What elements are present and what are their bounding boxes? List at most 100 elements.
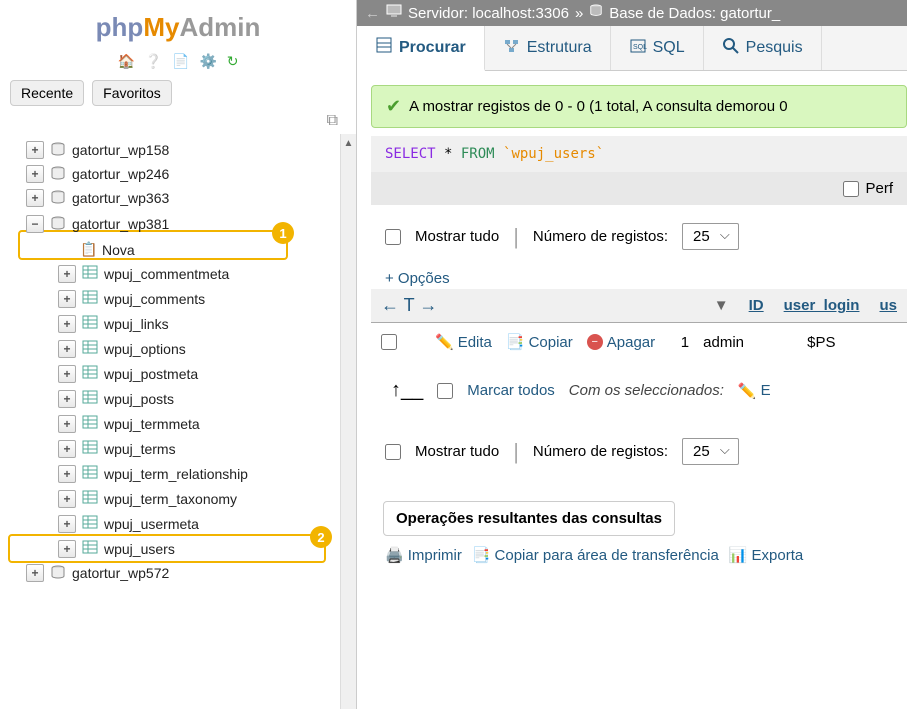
check-all-label[interactable]: Marcar todos	[467, 382, 555, 399]
col-us[interactable]: us	[879, 297, 897, 314]
table-label[interactable]: wpuj_posts	[104, 391, 174, 407]
expand-icon[interactable]: +	[26, 189, 44, 207]
rows-select[interactable]: 25	[682, 223, 739, 250]
table-item[interactable]: + wpuj_terms	[10, 436, 356, 461]
db-item-expanded[interactable]: − gatortur_wp381	[10, 210, 356, 238]
tab-recent[interactable]: Recente	[10, 80, 84, 106]
db-breadcrumb-label[interactable]: Base de Dados: gatortur_	[609, 5, 780, 22]
expand-icon[interactable]: +	[58, 290, 76, 308]
dropdown-icon[interactable]: ▼	[714, 297, 729, 314]
table-label[interactable]: wpuj_usermeta	[104, 516, 199, 532]
tab-structure[interactable]: Estrutura	[485, 26, 611, 70]
expand-icon[interactable]: +	[58, 415, 76, 433]
check-all-checkbox[interactable]	[437, 383, 453, 399]
expand-icon[interactable]: +	[58, 265, 76, 283]
tab-sql[interactable]: SQL SQL	[611, 26, 704, 70]
new-table-item[interactable]: 📋 Nova	[10, 238, 356, 261]
sql-icon: SQL	[629, 37, 647, 60]
bulk-edit[interactable]: ✏️E	[738, 382, 771, 400]
search-icon	[722, 37, 740, 60]
rows-select-2[interactable]: 25	[682, 438, 739, 465]
table-label[interactable]: wpuj_postmeta	[104, 366, 198, 382]
check-icon: ✔	[386, 96, 401, 117]
collapse-icon[interactable]: −	[26, 215, 44, 233]
table-label[interactable]: wpuj_links	[104, 316, 169, 332]
expand-icon[interactable]: +	[58, 365, 76, 383]
expand-icon[interactable]: +	[58, 340, 76, 358]
table-label[interactable]: wpuj_term_relationship	[104, 466, 248, 482]
db-item[interactable]: + gatortur_wp363	[10, 186, 356, 210]
show-all-checkbox-2[interactable]	[385, 444, 401, 460]
show-all-checkbox[interactable]	[385, 229, 401, 245]
breadcrumb-arrow-icon[interactable]: ←	[365, 5, 380, 22]
sort-arrows[interactable]: ← T →	[381, 295, 437, 316]
tab-browse[interactable]: Procurar	[357, 26, 485, 71]
home-icon[interactable]: 🏠	[117, 53, 134, 69]
docs-icon[interactable]: 📄	[172, 53, 189, 69]
db-item[interactable]: + gatortur_wp158	[10, 138, 356, 162]
link-icon[interactable]: ⧉	[327, 112, 338, 129]
table-label[interactable]: wpuj_comments	[104, 291, 205, 307]
table-item[interactable]: + wpuj_term_taxonomy	[10, 486, 356, 511]
logout-icon[interactable]: ❔	[145, 53, 162, 69]
table-label[interactable]: wpuj_commentmeta	[104, 266, 229, 282]
col-id[interactable]: ID	[749, 297, 764, 314]
table-icon	[82, 389, 100, 408]
server-icon	[386, 4, 402, 22]
db-label[interactable]: gatortur_wp381	[72, 216, 169, 232]
table-item[interactable]: + wpuj_users 2	[10, 536, 356, 561]
delete-link[interactable]: −Apagar	[587, 334, 655, 351]
database-icon	[50, 166, 66, 182]
server-label[interactable]: Servidor: localhost:3306	[408, 5, 569, 22]
expand-icon[interactable]: +	[58, 490, 76, 508]
profile-label: Perf	[865, 180, 893, 197]
table-item[interactable]: + wpuj_term_relationship	[10, 461, 356, 486]
print-link[interactable]: 🖨️Imprimir	[385, 546, 462, 564]
profile-checkbox[interactable]	[843, 181, 859, 197]
db-item[interactable]: + gatortur_wp246	[10, 162, 356, 186]
tab-search[interactable]: Pesquis	[704, 26, 822, 70]
table-label[interactable]: wpuj_term_taxonomy	[104, 491, 237, 507]
table-item[interactable]: + wpuj_comments	[10, 286, 356, 311]
expand-icon[interactable]: +	[26, 165, 44, 183]
expand-icon[interactable]: +	[26, 141, 44, 159]
copy-link[interactable]: 📑Copiar	[506, 333, 573, 351]
db-label[interactable]: gatortur_wp363	[72, 190, 169, 206]
expand-icon[interactable]: +	[58, 315, 76, 333]
cell-password: $PS	[807, 334, 835, 351]
export-link[interactable]: 📊Exporta	[729, 546, 803, 564]
db-label[interactable]: gatortur_wp158	[72, 142, 169, 158]
copy-icon: 📑	[506, 333, 525, 351]
options-link[interactable]: + Opções	[371, 268, 907, 289]
logo-php: php	[96, 12, 144, 42]
table-item[interactable]: + wpuj_links	[10, 311, 356, 336]
export-icon: 📊	[729, 546, 748, 564]
table-item[interactable]: + wpuj_termmeta	[10, 411, 356, 436]
db-label[interactable]: gatortur_wp246	[72, 166, 169, 182]
table-label[interactable]: wpuj_terms	[104, 441, 176, 457]
nova-label[interactable]: Nova	[102, 242, 135, 258]
expand-icon[interactable]: +	[58, 465, 76, 483]
table-item[interactable]: + wpuj_postmeta	[10, 361, 356, 386]
logo[interactable]: phpMyAdmin	[0, 0, 356, 49]
table-item[interactable]: + wpuj_commentmeta	[10, 261, 356, 286]
db-item[interactable]: + gatortur_wp572	[10, 561, 356, 585]
expand-icon[interactable]: +	[58, 390, 76, 408]
copy-clipboard-link[interactable]: 📑Copiar para área de transferência	[472, 546, 719, 564]
table-item[interactable]: + wpuj_posts	[10, 386, 356, 411]
expand-icon[interactable]: +	[58, 515, 76, 533]
expand-icon[interactable]: +	[58, 440, 76, 458]
table-label[interactable]: wpuj_options	[104, 341, 186, 357]
table-item[interactable]: + wpuj_options	[10, 336, 356, 361]
table-label[interactable]: wpuj_termmeta	[104, 416, 200, 432]
table-item[interactable]: + wpuj_usermeta	[10, 511, 356, 536]
tab-favorites[interactable]: Favoritos	[92, 80, 172, 106]
reload-icon[interactable]: ↻	[227, 53, 239, 69]
expand-icon[interactable]: +	[26, 564, 44, 582]
edit-link[interactable]: ✏️Edita	[435, 333, 492, 351]
col-user-login[interactable]: user_login	[784, 297, 860, 314]
settings-icon[interactable]: ⚙️	[199, 53, 216, 69]
table-icon	[82, 489, 100, 508]
db-label[interactable]: gatortur_wp572	[72, 565, 169, 581]
row-checkbox[interactable]	[381, 334, 397, 350]
